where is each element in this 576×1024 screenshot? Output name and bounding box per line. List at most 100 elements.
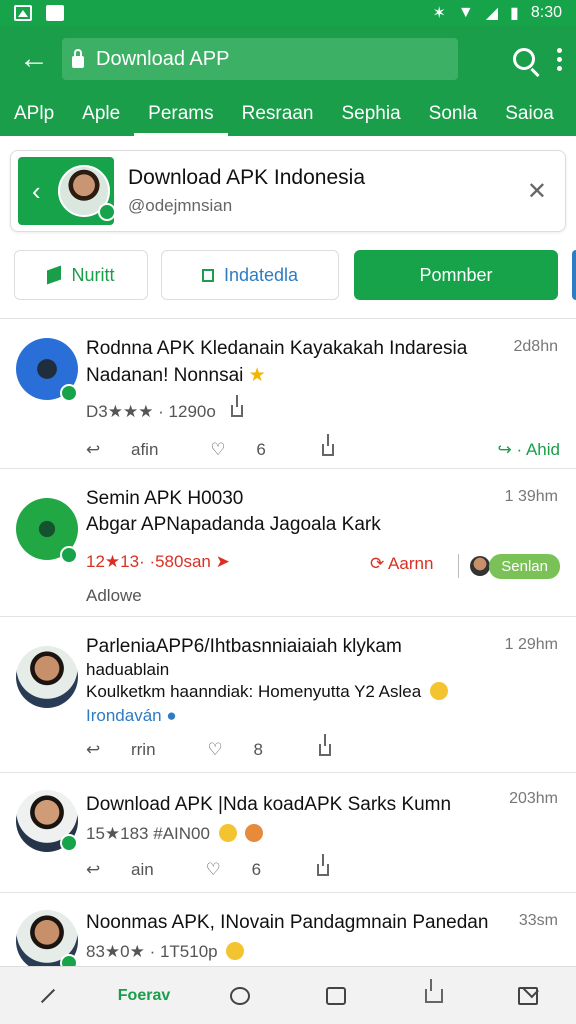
share-icon bbox=[321, 434, 334, 456]
chat-bubble-icon bbox=[230, 986, 250, 1005]
share-tab[interactable] bbox=[384, 978, 480, 1003]
messages-tab[interactable] bbox=[480, 986, 576, 1005]
card-back-button[interactable]: ‹ bbox=[18, 157, 116, 225]
reply-icon: ↩ bbox=[86, 860, 101, 879]
url-text: Download APP bbox=[96, 47, 230, 70]
verified-badge-icon bbox=[60, 384, 78, 402]
share-action[interactable] bbox=[318, 434, 360, 456]
post-text: Nadanan! Nonnsai bbox=[86, 365, 244, 386]
post-footer: Adlowe bbox=[86, 586, 142, 605]
thumbs-icon: ➤ bbox=[215, 552, 230, 571]
comments-tab[interactable] bbox=[192, 986, 288, 1005]
chevron-left-icon: ‹ bbox=[32, 175, 41, 206]
edit-tab[interactable] bbox=[288, 986, 384, 1005]
signal-icon: ◢ bbox=[485, 5, 499, 22]
compose-button[interactable] bbox=[0, 988, 96, 1003]
reply-link-label: Ahid bbox=[525, 440, 560, 459]
share-action[interactable] bbox=[313, 854, 355, 876]
clock: 8:30 bbox=[530, 4, 562, 21]
indatedla-button[interactable]: Indatedla bbox=[161, 250, 339, 300]
home-tab-label: Foerav bbox=[117, 986, 171, 1004]
like-count: 6 bbox=[251, 860, 262, 879]
smile-emoji-icon bbox=[429, 682, 448, 700]
tab-resraan[interactable]: Resraan bbox=[228, 92, 328, 136]
globe-icon: ● bbox=[166, 706, 177, 725]
tab-perams[interactable]: Perams bbox=[134, 92, 229, 136]
like-action[interactable]: ♡ 6 bbox=[206, 860, 287, 880]
status-chip[interactable]: Senlan bbox=[489, 554, 560, 579]
reply-action[interactable]: ↩ afin bbox=[86, 440, 184, 460]
pen-icon bbox=[40, 988, 56, 1003]
like-count: 6 bbox=[256, 440, 266, 459]
like-action[interactable]: ♡ 6 bbox=[210, 440, 291, 460]
post-title: Rodnna APK Kledanain Kayakakah Indaresia bbox=[86, 338, 468, 359]
close-icon[interactable]: ✕ bbox=[527, 177, 547, 206]
app-bar: ← Download APP bbox=[0, 26, 576, 92]
post-link[interactable]: Irondaván ● bbox=[86, 706, 177, 726]
wifi-icon: ▼ bbox=[457, 4, 474, 21]
post-actions: ↩ rrin ♡ 8 bbox=[86, 734, 383, 760]
reply-icon: ↩ bbox=[86, 440, 101, 459]
post-meta: D3★★★ · 1290o bbox=[86, 395, 243, 422]
user-avatar bbox=[16, 646, 78, 708]
tab-aplp[interactable]: APlp bbox=[0, 92, 68, 136]
feed-post[interactable]: Semin APK H0030 1 39hm Abgar APNapadanda… bbox=[0, 468, 576, 616]
post-title: Semin APK H0030 bbox=[86, 488, 244, 509]
heart-icon: ♡ bbox=[205, 860, 221, 879]
nuritt-label: Nuritt bbox=[71, 264, 115, 285]
mail-icon bbox=[518, 986, 538, 1005]
home-tab[interactable]: Foerav bbox=[96, 987, 192, 1005]
feed-post[interactable]: Rodnna APK Kledanain Kayakakah Indaresia… bbox=[0, 318, 576, 468]
like-action[interactable]: ♡ 8 bbox=[208, 740, 289, 760]
reply-icon: ↩ bbox=[86, 740, 101, 759]
next-button-edge[interactable] bbox=[572, 250, 576, 300]
post-text: Abgar APNapadanda Jagoala Kark bbox=[86, 514, 381, 535]
post-subtitle: haduablain bbox=[86, 660, 170, 679]
arrow-left-icon: ← bbox=[19, 42, 49, 75]
post-time: 2d8hn bbox=[513, 338, 559, 355]
tab-saioa[interactable]: Saioa bbox=[491, 92, 568, 136]
reply-link[interactable]: ↪ · Ahid bbox=[498, 440, 560, 460]
profile-handle: @odejmnsian bbox=[128, 196, 233, 215]
profile-card[interactable]: ‹ Download APK Indonesia @odejmnsian ✕ bbox=[10, 150, 566, 232]
url-field[interactable]: Download APP bbox=[62, 38, 458, 80]
alert-action[interactable]: ⟳ Aarnn bbox=[370, 554, 433, 574]
post-meta: 15★183 #AIN00 bbox=[86, 824, 264, 844]
more-options-icon[interactable] bbox=[557, 47, 562, 71]
post-meta-text: D3★★★ · 1290o bbox=[86, 402, 216, 421]
feed-post[interactable]: Noonmas APK, INovain Pandagmnain Panedan… bbox=[0, 892, 576, 972]
share-icon bbox=[319, 734, 331, 756]
feed-post[interactable]: Download APK |Nda koadAPK Sarks Kumn 203… bbox=[0, 772, 576, 892]
back-button[interactable]: ← bbox=[14, 39, 54, 79]
heart-icon: ♡ bbox=[207, 740, 223, 759]
search-icon[interactable] bbox=[513, 48, 535, 70]
reply-count: ain bbox=[130, 860, 154, 879]
tab-sephia[interactable]: Sephia bbox=[327, 92, 414, 136]
indatedla-label: Indatedla bbox=[223, 264, 299, 285]
post-time: 33sm bbox=[518, 912, 558, 929]
heart-emoji-icon bbox=[245, 824, 264, 842]
tab-aple[interactable]: Aple bbox=[68, 92, 134, 136]
verified-badge-icon bbox=[98, 203, 116, 221]
tab-sonla[interactable]: Sonla bbox=[415, 92, 492, 136]
nuritt-button[interactable]: Nuritt bbox=[14, 250, 148, 300]
reply-action[interactable]: ↩ rrin bbox=[86, 740, 182, 760]
reply-count: rrin bbox=[130, 740, 156, 759]
pomnber-label: Pomnber bbox=[419, 264, 493, 285]
post-title: Noonmas APK, INovain Pandagmnain Panedan bbox=[86, 912, 489, 933]
reply-action[interactable]: ↩ ain bbox=[86, 860, 180, 880]
smile-emoji-icon bbox=[226, 942, 245, 960]
share-action[interactable] bbox=[315, 734, 357, 756]
heart-icon: ♡ bbox=[210, 440, 226, 459]
post-actions: ↩ ain ♡ 6 bbox=[86, 854, 381, 880]
pomnber-button[interactable]: Pomnber bbox=[354, 250, 558, 300]
feed-post[interactable]: ParleniaAPP6/Ihtbasnniaiaiah klykam 1 29… bbox=[0, 616, 576, 772]
alert-action-label: Aarnn bbox=[388, 554, 434, 573]
post-time: 1 29hm bbox=[504, 636, 558, 653]
bottom-nav: Foerav bbox=[0, 966, 576, 1024]
lock-icon bbox=[72, 48, 84, 68]
like-count: 8 bbox=[253, 740, 263, 759]
share-icon bbox=[317, 854, 330, 876]
user-avatar bbox=[470, 556, 490, 576]
share-icon[interactable] bbox=[230, 395, 243, 417]
